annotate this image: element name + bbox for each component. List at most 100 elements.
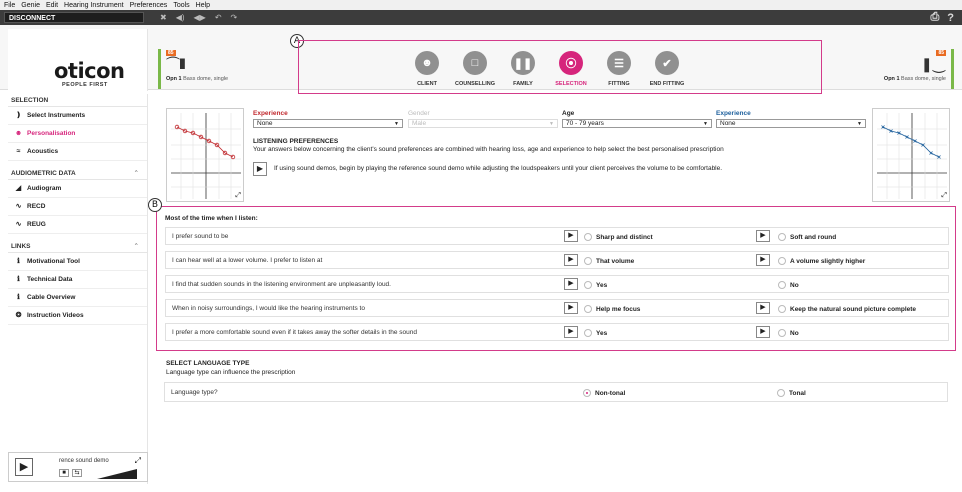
play-button[interactable]: ▶	[15, 458, 33, 476]
sidebar-item-motivational-tool[interactable]: ℹ Motivational Tool	[8, 253, 147, 271]
play-demo-button[interactable]: ▶	[564, 254, 578, 266]
language-option-non-tonal[interactable]: Non-tonal	[583, 389, 625, 397]
speaker-icon[interactable]: ◀)	[176, 13, 185, 22]
radio-button[interactable]	[583, 389, 591, 397]
play-demo-button[interactable]: ▶	[756, 230, 770, 242]
step-counselling[interactable]: □ COUNSELLING	[455, 51, 495, 87]
answer-option[interactable]: Keep the natural sound picture complete	[778, 305, 916, 313]
play-demo-button[interactable]: ▶	[564, 302, 578, 314]
radio-button[interactable]	[584, 257, 592, 265]
sidebar-item-select-instruments[interactable]: ❫ Select Instruments	[8, 107, 147, 125]
radio-button[interactable]	[584, 281, 592, 289]
answer-option[interactable]: Help me focus	[584, 305, 640, 313]
step-family[interactable]: ❚❚ FAMILY	[505, 51, 541, 87]
print-icon[interactable]: ⎙	[930, 11, 939, 24]
menu-edit[interactable]: Edit	[46, 2, 58, 9]
answer-option[interactable]: Yes	[584, 329, 607, 337]
right-instrument[interactable]: 85 ❚⏝ Opn 1 Bass dome, single	[874, 49, 954, 89]
sidebar-item-reug[interactable]: ∿ REUG	[8, 216, 147, 234]
reference-demo-play-button[interactable]: ▶	[253, 162, 267, 176]
sidebar-item-instruction-videos[interactable]: ❂ Instruction Videos	[8, 307, 147, 325]
stereo-icon[interactable]: ◀▶	[194, 13, 206, 22]
step-end-fitting[interactable]: ✔ END FITTING	[649, 51, 685, 87]
radio-button[interactable]	[584, 233, 592, 241]
menu-hearing-instrument[interactable]: Hearing Instrument	[64, 2, 124, 9]
hearing-aid-right-icon: ❚⏝	[920, 56, 946, 72]
end-fitting-icon: ✔	[655, 51, 679, 75]
radio-button[interactable]	[777, 389, 785, 397]
repeat-icon[interactable]: ⇆	[72, 469, 82, 477]
selection-icon: ⦿	[559, 51, 583, 75]
stop-icon[interactable]: ■	[59, 469, 69, 477]
language-type-title: SELECT LANGUAGE TYPE	[166, 360, 250, 367]
help-icon[interactable]: ?	[947, 12, 954, 24]
language-type-subtitle: Language type can influence the prescrip…	[166, 369, 296, 376]
ear-icon: ∿	[15, 202, 22, 210]
play-demo-button[interactable]: ▶	[564, 230, 578, 242]
radio-button[interactable]	[778, 329, 786, 337]
language-type-row: Language type? Non-tonal Tonal	[164, 382, 948, 402]
menu-bar: File Genie Edit Hearing Instrument Prefe…	[0, 0, 962, 10]
experience-left-select[interactable]: None ▼	[253, 119, 403, 128]
radio-button[interactable]	[584, 305, 592, 313]
sidebar-item-audiogram[interactable]: ◢ Audiogram	[8, 180, 147, 198]
mute-icon[interactable]: ✖	[160, 13, 167, 22]
answer-option[interactable]: No	[778, 329, 799, 337]
sidebar-section-links[interactable]: LINKS ⌃	[8, 240, 147, 253]
chevron-up-icon[interactable]: ⌃	[134, 167, 139, 180]
menu-file[interactable]: File	[4, 2, 15, 9]
sidebar-item-acoustics[interactable]: ≈ Acoustics	[8, 143, 147, 161]
radio-button[interactable]	[584, 329, 592, 337]
expand-icon[interactable]: ⤢	[941, 192, 947, 200]
audiogram-right-thumbnail[interactable]: ⤢	[872, 108, 950, 202]
language-option-tonal[interactable]: Tonal	[777, 389, 806, 397]
disconnect-button[interactable]: DISCONNECT	[4, 12, 144, 23]
chevron-up-icon[interactable]: ⌃	[134, 240, 139, 253]
radio-button[interactable]	[778, 281, 786, 289]
age-select[interactable]: 70 - 79 years ▼	[562, 119, 712, 128]
play-demo-button[interactable]: ▶	[756, 254, 770, 266]
undo-icon[interactable]: ↶	[215, 13, 222, 22]
answer-option[interactable]: No	[778, 281, 799, 289]
answer-option[interactable]: Yes	[584, 281, 607, 289]
play-demo-button[interactable]: ▶	[756, 326, 770, 338]
question-row: When in noisy surroundings, I would like…	[165, 299, 949, 317]
sidebar-section-audiometric[interactable]: AUDIOMETRIC DATA ⌃	[8, 167, 147, 180]
audiogram-left-thumbnail[interactable]: ⤢	[166, 108, 244, 202]
play-demo-button[interactable]: ▶	[564, 278, 578, 290]
right-instrument-label: Opn 1 Bass dome, single	[883, 76, 946, 82]
experience-right-select[interactable]: None ▼	[716, 119, 866, 128]
radio-button[interactable]	[778, 233, 786, 241]
sidebar-item-technical-data[interactable]: ℹ Technical Data	[8, 271, 147, 289]
menu-preferences[interactable]: Preferences	[130, 2, 168, 9]
left-instrument[interactable]: 85 ⏜❚ Opn 1 Bass dome, single	[158, 49, 238, 89]
sidebar-item-recd[interactable]: ∿ RECD	[8, 198, 147, 216]
menu-tools[interactable]: Tools	[173, 2, 189, 9]
menu-genie[interactable]: Genie	[21, 2, 40, 9]
answer-option[interactable]: Soft and round	[778, 233, 836, 241]
step-fitting[interactable]: ☰ FITTING	[601, 51, 637, 87]
instrument-icon: ❫	[15, 111, 22, 119]
redo-icon[interactable]: ↷	[231, 13, 238, 22]
expand-icon[interactable]: ⤢	[135, 456, 141, 466]
hearing-aid-left-icon: ⏜❚	[166, 56, 186, 72]
main-panel: ⤢ ⤢ Experience None ▼ Gender Male ▼ Age 70…	[156, 94, 956, 484]
play-demo-button[interactable]: ▶	[564, 326, 578, 338]
radio-button[interactable]	[778, 305, 786, 313]
family-icon: ❚❚	[511, 51, 535, 75]
sidebar-item-cable-overview[interactable]: ℹ Cable Overview	[8, 289, 147, 307]
answer-option[interactable]: That volume	[584, 257, 634, 265]
person-icon: ☻	[14, 129, 23, 137]
gender-select[interactable]: Male ▼	[408, 119, 558, 128]
answer-option[interactable]: Sharp and distinct	[584, 233, 653, 241]
radio-button[interactable]	[778, 257, 786, 265]
step-client[interactable]: ☻ CLIENT	[409, 51, 445, 87]
menu-help[interactable]: Help	[196, 2, 210, 9]
volume-slider[interactable]	[97, 469, 137, 479]
sidebar-item-personalisation[interactable]: ☻ Personalisation	[8, 125, 147, 143]
answer-option[interactable]: A volume slightly higher	[778, 257, 865, 265]
step-selection[interactable]: ⦿ SELECTION	[553, 51, 589, 87]
play-demo-button[interactable]: ▶	[756, 302, 770, 314]
expand-icon[interactable]: ⤢	[235, 192, 241, 200]
listening-questions: Most of the time when I listen: I prefer…	[156, 206, 956, 351]
